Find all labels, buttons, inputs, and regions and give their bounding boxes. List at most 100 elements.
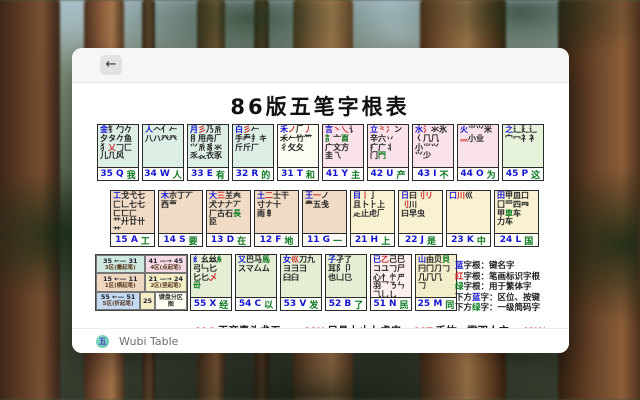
zone-5-cell: 55 ←— 51 5区(折起笔) [96, 292, 140, 310]
zone-map-row: 35 ←— 31 3区(撇起笔) 41 —→ 45 4区(点起笔) [96, 255, 187, 273]
legend-line: 绿字根：用于繁体字 [455, 282, 545, 293]
radical-lines: 工戈弋七匚𠃊七七ㄈ匸匚艹廾廿卄艹 [111, 191, 154, 233]
radical-lines: 白彡𠂉手龵扌キ斤斤厂 [233, 125, 273, 167]
key-label: 51 N民 [371, 297, 411, 310]
radical-line: 乑𧘇衣豕 [190, 152, 226, 161]
radical-lines: 禾ノ𠂆丿𥝌𠂉竹⺮彳攵夂 [278, 125, 318, 167]
radical-lines: 女巛刀九ヨ彐彐臼𦥑 [281, 255, 321, 297]
key-cell-E: 月彡乃𠂢⺝用舟𠂆⺍𠂢豸氺乑𧘇衣豕33 E有 [187, 124, 229, 181]
zone-4-cell: 41 —→ 45 4区(点起笔) [145, 255, 187, 273]
radical-lines: 子孑了耳阝卩也凵㔾 [326, 255, 366, 297]
zone-25-cell: 25 [140, 292, 155, 310]
key-label: 23 K中 [447, 233, 490, 246]
mnemonic-segment: 31T禾竹一撇双人立 [414, 319, 509, 328]
radical-lines: 田甲皿口囗罒四𦉰甲車车𤰔力车 [495, 191, 538, 233]
zone-map-row: 55 ←— 51 5区(折起笔) 25 键盘分区图 [96, 292, 187, 310]
keyboard-zone-map: 35 ←— 31 3区(撇起笔) 41 —→ 45 4区(点起笔) 15 ←— … [95, 254, 188, 311]
key-row-qwertyuiop: 金钅勹𠂊夕タ𠂊鱼犭乂𠃌匚儿𠘧风35 Q我人𠆢亻𠂉八ハ癶癶34 W人月彡乃𠂢⺝用舟… [97, 124, 544, 181]
radical-line: 斤斤厂 [235, 144, 271, 153]
app-window: ← 86版五笔字根表 金钅勹𠂊夕タ𠂊鱼犭乂𠃌匚儿𠘧风35 Q我人𠆢亻𠂉八ハ癶癶3… [72, 48, 569, 353]
key-label: 53 V发 [281, 297, 321, 310]
key-cell-D: 大三𦍌𡗗犬ナ𠂇丆厂古石長𦣝13 D在 [206, 190, 251, 247]
radical-line: 臼𦥑 [283, 274, 319, 283]
mnemonic-segment: 41Y言文方广在四一 [522, 319, 545, 328]
key-cell-X: 纟幺𢆶糹弓𠃑匕匕匕乄毌55 X经 [190, 254, 232, 311]
key-cell-U: 立⺀冫ン辛六丷疒广丬门門42 U产 [367, 124, 409, 181]
key-label: 31 T和 [278, 167, 318, 180]
window-footer-bar: 五 Wubi Table [72, 328, 569, 353]
radical-lines: 立⺀冫ン辛六丷疒广丬门門 [368, 125, 408, 167]
legend-line: 蓝字根：键名字 [455, 261, 545, 272]
key-cell-B: 子孑了耳阝卩也凵㔾52 B了 [325, 254, 367, 311]
radical-line: 八ハ癶癶 [145, 135, 181, 144]
legend-line: 下方绿字：一级简码字 [455, 303, 545, 314]
zone-1-cell: 15 ←— 11 1区(横起笔) [96, 273, 145, 291]
key-label: 13 D在 [207, 233, 250, 246]
key-cell-K: 口川巛23 K中 [446, 190, 491, 247]
radical-line: スマ厶ム [238, 265, 274, 274]
window-titlebar: ← [72, 48, 569, 83]
radical-lines: 日曰刂リ刂川曰早虫 [399, 191, 442, 233]
radical-line: 𦣝 [209, 218, 248, 227]
zone-map-row: 15 ←— 11 1区(横起笔) 21 —→ 24 2区(竖起笔) [96, 273, 187, 291]
window-footer-label: Wubi Table [119, 335, 178, 348]
key-label: 55 X经 [191, 297, 231, 310]
radical-lines: 火⺌⺍米灬小业 [458, 125, 498, 167]
chart-title: 86版五笔字根表 [95, 91, 545, 121]
key-cell-P: 之辶廴⻌宀冖礻衤45 P这 [502, 124, 544, 181]
key-cell-R: 白彡𠂉手龵扌キ斤斤厂32 R的 [232, 124, 274, 181]
wubi-app-icon: 五 [96, 335, 109, 348]
wubi-chart: 86版五笔字根表 金钅勹𠂊夕タ𠂊鱼犭乂𠃌匚儿𠘧风35 Q我人𠆢亻𠂉八ハ癶癶34 … [95, 85, 545, 328]
radical-line: 𠃌 [418, 282, 454, 291]
key-label: 32 R的 [233, 167, 273, 180]
zone-map-caption: 键盘分区图 [155, 292, 187, 310]
radical-line: 曰早虫 [401, 210, 440, 219]
zone-3-cell: 35 ←— 31 3区(撇起笔) [96, 255, 145, 273]
radical-line: 𭕄少 [415, 152, 451, 161]
zone-2-cell: 21 —→ 24 2区(竖起笔) [145, 273, 187, 291]
key-cell-M: 山由贝貝𠔼冂⺆𠃌几𠘨𠘨𠃌25 M同 [415, 254, 457, 311]
key-label: 35 Q我 [98, 167, 138, 180]
key-cell-I: 水氵氺氷𡿨𠘨𠘨小⺌⺍𭕄少43 I不 [412, 124, 454, 181]
key-cell-Q: 金钅勹𠂊夕タ𠂊鱼犭乂𠃌匚儿𠘧风35 Q我 [97, 124, 139, 181]
key-label: 45 P这 [503, 167, 543, 180]
radical-lines: 目丨亅且卜⺊上龰止虍𠂆 [351, 191, 394, 233]
radical-lines: 金钅勹𠂊夕タ𠂊鱼犭乂𠃌匚儿𠘧风 [98, 125, 138, 167]
key-cell-Y: 言丶乀讠訁亠𦣻广文方圭乁41 Y主 [322, 124, 364, 181]
color-legend: 蓝字根：键名字红字根：笔画标识字根绿字根：用于繁体字下方蓝字：区位、按键下方绿字… [455, 261, 545, 314]
key-cell-C: 又巴马馬スマ厶ム54 C以 [235, 254, 277, 311]
key-cell-A: 工戈弋七匚𠃊七七ㄈ匸匚艹廾廿卄艹15 A工 [110, 190, 155, 247]
key-label: 43 I不 [413, 167, 453, 180]
radical-line: 也凵㔾 [328, 274, 364, 283]
key-label: 22 J是 [399, 233, 442, 246]
radical-line: 彳攵夂 [280, 144, 316, 153]
key-label: 21 H上 [351, 233, 394, 246]
radical-line: 门門 [370, 152, 406, 161]
key-label: 42 U产 [368, 167, 408, 180]
radical-lines: 山由贝貝𠔼冂⺆𠃌几𠘨𠘨𠃌 [416, 255, 456, 297]
key-label: 24 L国 [495, 233, 538, 246]
mnemonic-segment: 21H目具上止卜虎皮 [304, 319, 401, 328]
radical-lines: 土二士干寸ナ十𠦙雨𠕒𠦝 [255, 191, 298, 233]
radical-lines: 水氵氺氷𡿨𠘨𠘨小⺌⺍𭕄少 [413, 125, 453, 167]
key-cell-W: 人𠆢亻𠂉八ハ癶癶34 W人 [142, 124, 184, 181]
radical-line: 毌 [193, 282, 229, 291]
key-cell-T: 禾ノ𠂆丿𥝌𠂉竹⺮彳攵夂31 T和 [277, 124, 319, 181]
radical-line: 西覀 [161, 201, 200, 210]
radical-line: 龶五戋 [305, 201, 344, 210]
radical-line: 力车 [497, 218, 536, 227]
key-label: 34 W人 [143, 167, 183, 180]
back-button[interactable]: ← [100, 55, 122, 75]
key-label: 12 F地 [255, 233, 298, 246]
radical-lines: 人𠆢亻𠂉八ハ癶癶 [143, 125, 183, 167]
radical-line: 儿𠘧风 [100, 152, 136, 161]
radical-line: 灬小业 [460, 135, 496, 144]
radical-lines: 木朩丁丆西覀 [159, 191, 202, 233]
key-label: 11 G一 [303, 233, 346, 246]
key-label: 44 O为 [458, 167, 498, 180]
key-cell-J: 日曰刂リ刂川曰早虫22 J是 [398, 190, 443, 247]
radical-lines: 纟幺𢆶糹弓𠃑匕匕匕乄毌 [191, 255, 231, 297]
legend-line: 下方蓝字：区位、按键 [455, 293, 545, 304]
radical-line: 圭乁 [325, 152, 361, 161]
key-cell-L: 田甲皿口囗罒四𦉰甲車车𤰔力车24 L国 [494, 190, 539, 247]
